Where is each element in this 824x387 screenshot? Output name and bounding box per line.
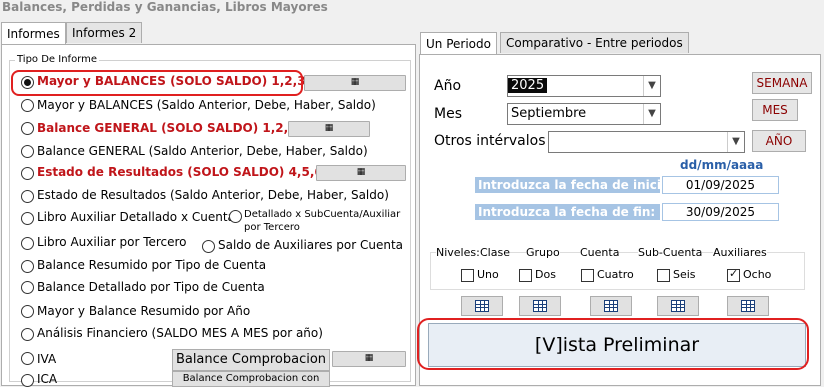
date-format-hint: dd/mm/aaaa (680, 158, 764, 172)
mes-button[interactable]: MES (752, 99, 798, 121)
grid-icon: ▦ (324, 123, 334, 133)
window-title: Balances, Perdidas y Ganancias, Libros M… (2, 0, 328, 14)
option-label: Detallado x SubCuenta/Auxiliar (244, 209, 401, 220)
radio-balance-general-detalle[interactable] (21, 145, 34, 158)
grid-button[interactable]: ▦ (304, 75, 406, 91)
level-header-grupo: Grupo (526, 246, 560, 259)
level-header-cuenta: Cuenta (580, 246, 620, 259)
tab-informes[interactable]: Informes (1, 22, 66, 46)
group-label: Tipo De Informe (15, 54, 100, 65)
radio-balance-resumido[interactable] (21, 260, 34, 273)
checkbox-ocho[interactable] (727, 267, 740, 282)
other-intervals-select[interactable]: ▼ (548, 131, 745, 153)
option-label-line2: por Tercero (244, 222, 300, 233)
chevron-down-icon: ▼ (727, 132, 744, 152)
tab-un-periodo[interactable]: Un Periodo (420, 32, 497, 56)
grid-button[interactable]: ▦ (288, 121, 370, 137)
table-icon (533, 300, 547, 312)
tab-informes-2[interactable]: Informes 2 (66, 22, 143, 43)
checkbox-label-dos: Dos (535, 268, 556, 281)
option-label: Mayor y BALANCES (Saldo Anterior, Debe, … (37, 98, 376, 112)
checkbox-label-ocho: Ocho (743, 268, 772, 281)
tab-comparativo[interactable]: Comparativo - Entre periodos (500, 32, 689, 53)
level-grid-button-3[interactable] (590, 296, 632, 316)
month-label: Mes (434, 106, 462, 122)
end-date-label: Introduzca la fecha de fin: (475, 204, 660, 220)
table-icon (604, 300, 618, 312)
balance-comprobacion-con-button[interactable]: Balance Comprobacion con (172, 371, 330, 387)
month-select[interactable]: Septiembre ▼ (507, 103, 661, 125)
option-label: IVA (37, 352, 57, 366)
checkbox-cuatro[interactable] (581, 269, 594, 282)
checkbox-label-cuatro: Cuatro (597, 268, 634, 281)
level-grid-button-1[interactable] (461, 296, 503, 316)
balance-comprobacion-button[interactable]: Balance Comprobacion (172, 349, 330, 371)
checkbox-label-seis: Seis (673, 268, 696, 281)
year-value: 2025 (508, 78, 548, 93)
grid-button[interactable]: ▦ (316, 165, 406, 181)
anio-button[interactable]: AÑO (752, 130, 806, 152)
start-date-label: Introduzca la fecha de inicio: (475, 177, 674, 193)
level-header-auxiliares: Auxiliares (713, 246, 767, 259)
option-label: Balance GENERAL (SOLO SALDO) 1,2,3 (37, 121, 297, 135)
radio-detallado-subcuenta[interactable] (229, 210, 242, 223)
option-label: Libro Auxiliar Detallado x Cuenta (37, 210, 235, 224)
chevron-down-icon: ▼ (643, 76, 660, 96)
grid-icon: ▦ (350, 77, 360, 87)
radio-libro-auxiliar-detallado[interactable] (21, 212, 34, 225)
radio-balance-general-solo-saldo[interactable] (21, 122, 34, 135)
end-date-input[interactable]: 30/09/2025 (662, 203, 779, 221)
radio-mayor-balance-resumido-anio[interactable] (21, 305, 34, 318)
option-label: Balance GENERAL (Saldo Anterior, Debe, H… (37, 144, 368, 158)
year-label: Año (434, 78, 462, 94)
year-select[interactable]: 2025 ▼ (507, 75, 661, 97)
other-intervals-value (549, 134, 552, 149)
option-label: Análisis Financiero (SALDO MES A MES por… (37, 326, 323, 340)
levels-label: Niveles: (436, 246, 482, 259)
radio-ica[interactable] (21, 374, 34, 387)
radio-saldo-auxiliares-cuenta[interactable] (202, 240, 215, 253)
start-date-input[interactable]: 01/09/2025 (662, 176, 779, 194)
radio-iva[interactable] (21, 352, 34, 365)
table-icon (475, 300, 489, 312)
radio-libro-auxiliar-tercero[interactable] (21, 237, 34, 250)
option-label: Balance Detallado por Tipo de Cuenta (37, 280, 265, 294)
table-icon (741, 300, 755, 312)
grid-icon: ▦ (356, 167, 366, 177)
option-label: Balance Resumido por Tipo de Cuenta (37, 258, 267, 272)
level-grid-button-2[interactable] (519, 296, 561, 316)
checkbox-label-uno: Uno (477, 268, 499, 281)
option-label: Saldo de Auxiliares por Cuenta (218, 238, 404, 252)
chevron-down-icon: ▼ (643, 104, 660, 124)
semana-button[interactable]: SEMANA (752, 72, 812, 94)
radio-mayor-balances-detalle[interactable] (21, 99, 34, 112)
grid-button[interactable]: ▦ (332, 351, 406, 367)
checkbox-dos[interactable] (519, 269, 532, 282)
highlight-outline (417, 318, 809, 370)
level-header-clase: Clase (480, 246, 510, 259)
radio-analisis-financiero[interactable] (21, 328, 34, 341)
option-label: Libro Auxiliar por Tercero (37, 235, 187, 249)
table-icon (671, 300, 685, 312)
other-intervals-label: Otros intérvalos (434, 133, 546, 149)
checkbox-seis[interactable] (657, 269, 670, 282)
option-label: Estado de Resultados (Saldo Anterior, De… (37, 188, 389, 202)
month-value: Septiembre (511, 106, 587, 121)
radio-estado-resultados-detalle[interactable] (21, 190, 34, 203)
option-label: Estado de Resultados (SOLO SALDO) 4,5,6 (37, 165, 323, 179)
radio-balance-detallado[interactable] (21, 281, 34, 294)
grid-icon: ▦ (364, 353, 374, 363)
checkbox-uno[interactable] (461, 269, 474, 282)
level-grid-button-4[interactable] (657, 296, 699, 316)
level-header-sub-cuenta: Sub-Cuenta (638, 246, 703, 259)
option-label: ICA (37, 372, 58, 386)
option-label: Mayor y Balance Resumido por Año (37, 304, 251, 318)
highlight-outline (11, 70, 303, 96)
level-grid-button-5[interactable] (727, 296, 769, 316)
radio-estado-resultados-solo-saldo[interactable] (21, 167, 34, 180)
